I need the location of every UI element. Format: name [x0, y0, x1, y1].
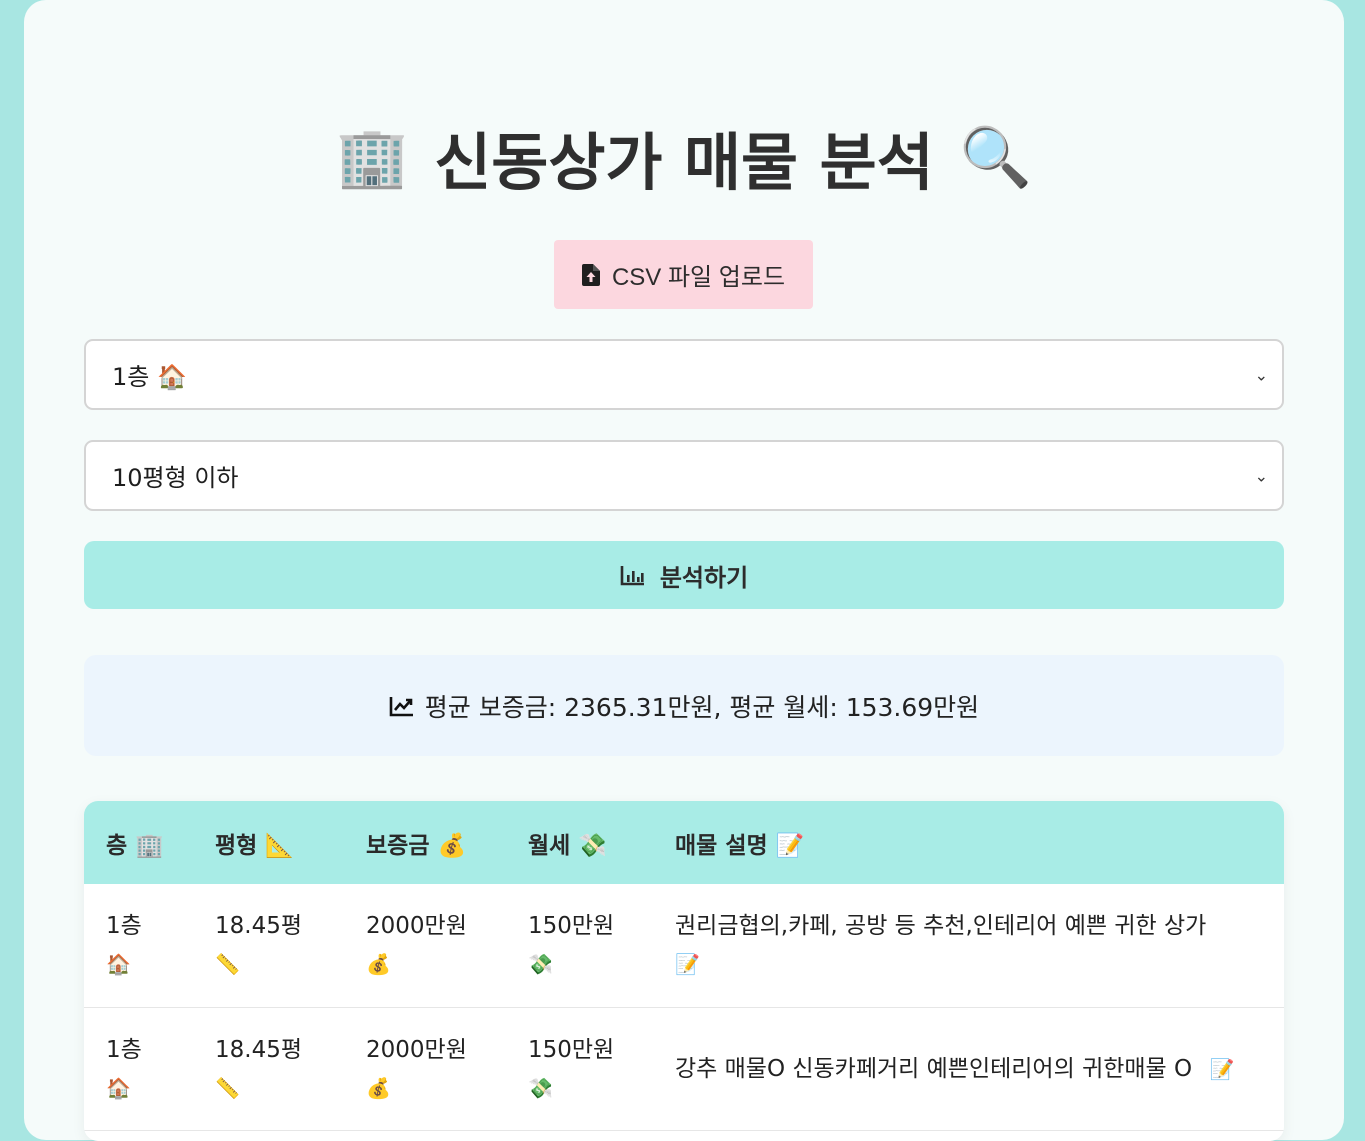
money-bag-icon: 💰 — [366, 1075, 391, 1100]
money-wings-icon: 💸 — [528, 1075, 553, 1100]
summary-text: 평균 보증금: 2365.31만원, 평균 월세: 153.69만원 — [424, 692, 980, 722]
ruler-icon: 📏 — [215, 952, 240, 977]
summary-box: 평균 보증금: 2365.31만원, 평균 월세: 153.69만원 — [84, 655, 1284, 756]
cell-size: 18.45평 📏 — [193, 1007, 344, 1130]
cell-description: 강추 매물O 신동카페거리 예쁜인테리어의 귀한매물 O 📝 — [653, 1007, 1284, 1130]
header-size: 평형 📐 — [215, 832, 294, 859]
floor-select[interactable]: 1층 🏠 ⌄ — [84, 339, 1284, 410]
listing-table: 층 🏢 평형 📐 보증금 💰 월세 💸 매물 설명 📝 1층 🏠 18.45평 … — [84, 801, 1284, 1141]
cell-deposit: 2000만원 💰 — [344, 1007, 506, 1130]
cell-floor: 1층 🏠 — [84, 884, 193, 1007]
page-title: 🏢 신동상가 매물 분석 🔍 — [24, 112, 1344, 202]
memo-icon: 📝 — [1209, 1056, 1235, 1081]
house-icon: 🏠 — [106, 952, 131, 977]
size-select[interactable]: 10평형 이하 ⌄ — [84, 440, 1284, 511]
memo-icon: 📝 — [675, 952, 700, 977]
deposit-value: 2000만원 — [366, 913, 467, 940]
table-row: 1층 🏠 18.45평 📏 2000만원 💰 150만원 💸 — [84, 884, 1284, 1007]
size-value: 18.45평 — [215, 1036, 303, 1063]
cell-floor: 1층 🏠 — [84, 1007, 193, 1130]
rent-value: 150만원 — [528, 913, 615, 940]
floor-select-value: 1층 🏠 — [112, 363, 187, 391]
analyze-button[interactable]: 분석하기 — [84, 541, 1284, 609]
description-value: 강추 매물O 신동카페거리 예쁜인테리어의 귀한매물 O — [675, 1055, 1193, 1082]
line-chart-icon — [389, 696, 413, 716]
cell-size: 18.45평 📏 — [193, 884, 344, 1007]
table-row: 1층 🏠 18.45평 📏 2000만원 💰 150만원 💸 — [84, 1007, 1284, 1130]
cell-rent: 150만원 💸 — [506, 1007, 653, 1130]
cell-description: 권리금협의,카페, 공방 등 추천,인테리어 예쁜 귀한 상가 📝 — [653, 884, 1284, 1007]
magnifier-icon: 🔍 — [959, 122, 1032, 191]
csv-upload-button[interactable]: CSV 파일 업로드 — [554, 240, 813, 309]
floor-value: 1층 — [106, 913, 142, 940]
header-deposit: 보증금 💰 — [366, 832, 467, 859]
deposit-value: 2000만원 — [366, 1036, 467, 1063]
money-wings-icon: 💸 — [528, 952, 553, 977]
size-select-value: 10평형 이하 — [112, 464, 239, 492]
page-title-text: 신동상가 매물 분석 — [434, 126, 934, 199]
csv-upload-label: CSV 파일 업로드 — [611, 264, 786, 291]
rent-value: 150만원 — [528, 1036, 615, 1063]
table-header-row: 층 🏢 평형 📐 보증금 💰 월세 💸 매물 설명 📝 — [84, 801, 1284, 884]
analyze-label: 분석하기 — [659, 564, 749, 592]
file-upload-icon — [581, 263, 600, 286]
house-icon: 🏠 — [106, 1075, 131, 1100]
cell-rent: 150만원 💸 — [506, 884, 653, 1007]
floor-value: 1층 — [106, 1036, 142, 1063]
header-floor: 층 🏢 — [106, 832, 164, 859]
cell-deposit: 2000만원 💰 — [344, 884, 506, 1007]
bar-chart-icon — [620, 566, 644, 586]
ruler-icon: 📏 — [215, 1075, 240, 1100]
description-value: 권리금협의,카페, 공방 등 추천,인테리어 예쁜 귀한 상가 — [675, 913, 1207, 940]
header-description: 매물 설명 📝 — [675, 832, 805, 859]
money-bag-icon: 💰 — [366, 952, 391, 977]
main-card: 🏢 신동상가 매물 분석 🔍 CSV 파일 업로드 1층 🏠 ⌄ 10평형 이하… — [24, 0, 1344, 1141]
building-icon: 🏢 — [336, 122, 409, 191]
chevron-down-icon: ⌄ — [1254, 466, 1268, 485]
chevron-down-icon: ⌄ — [1254, 365, 1268, 384]
header-rent: 월세 💸 — [528, 832, 607, 859]
size-value: 18.45평 — [215, 913, 303, 940]
